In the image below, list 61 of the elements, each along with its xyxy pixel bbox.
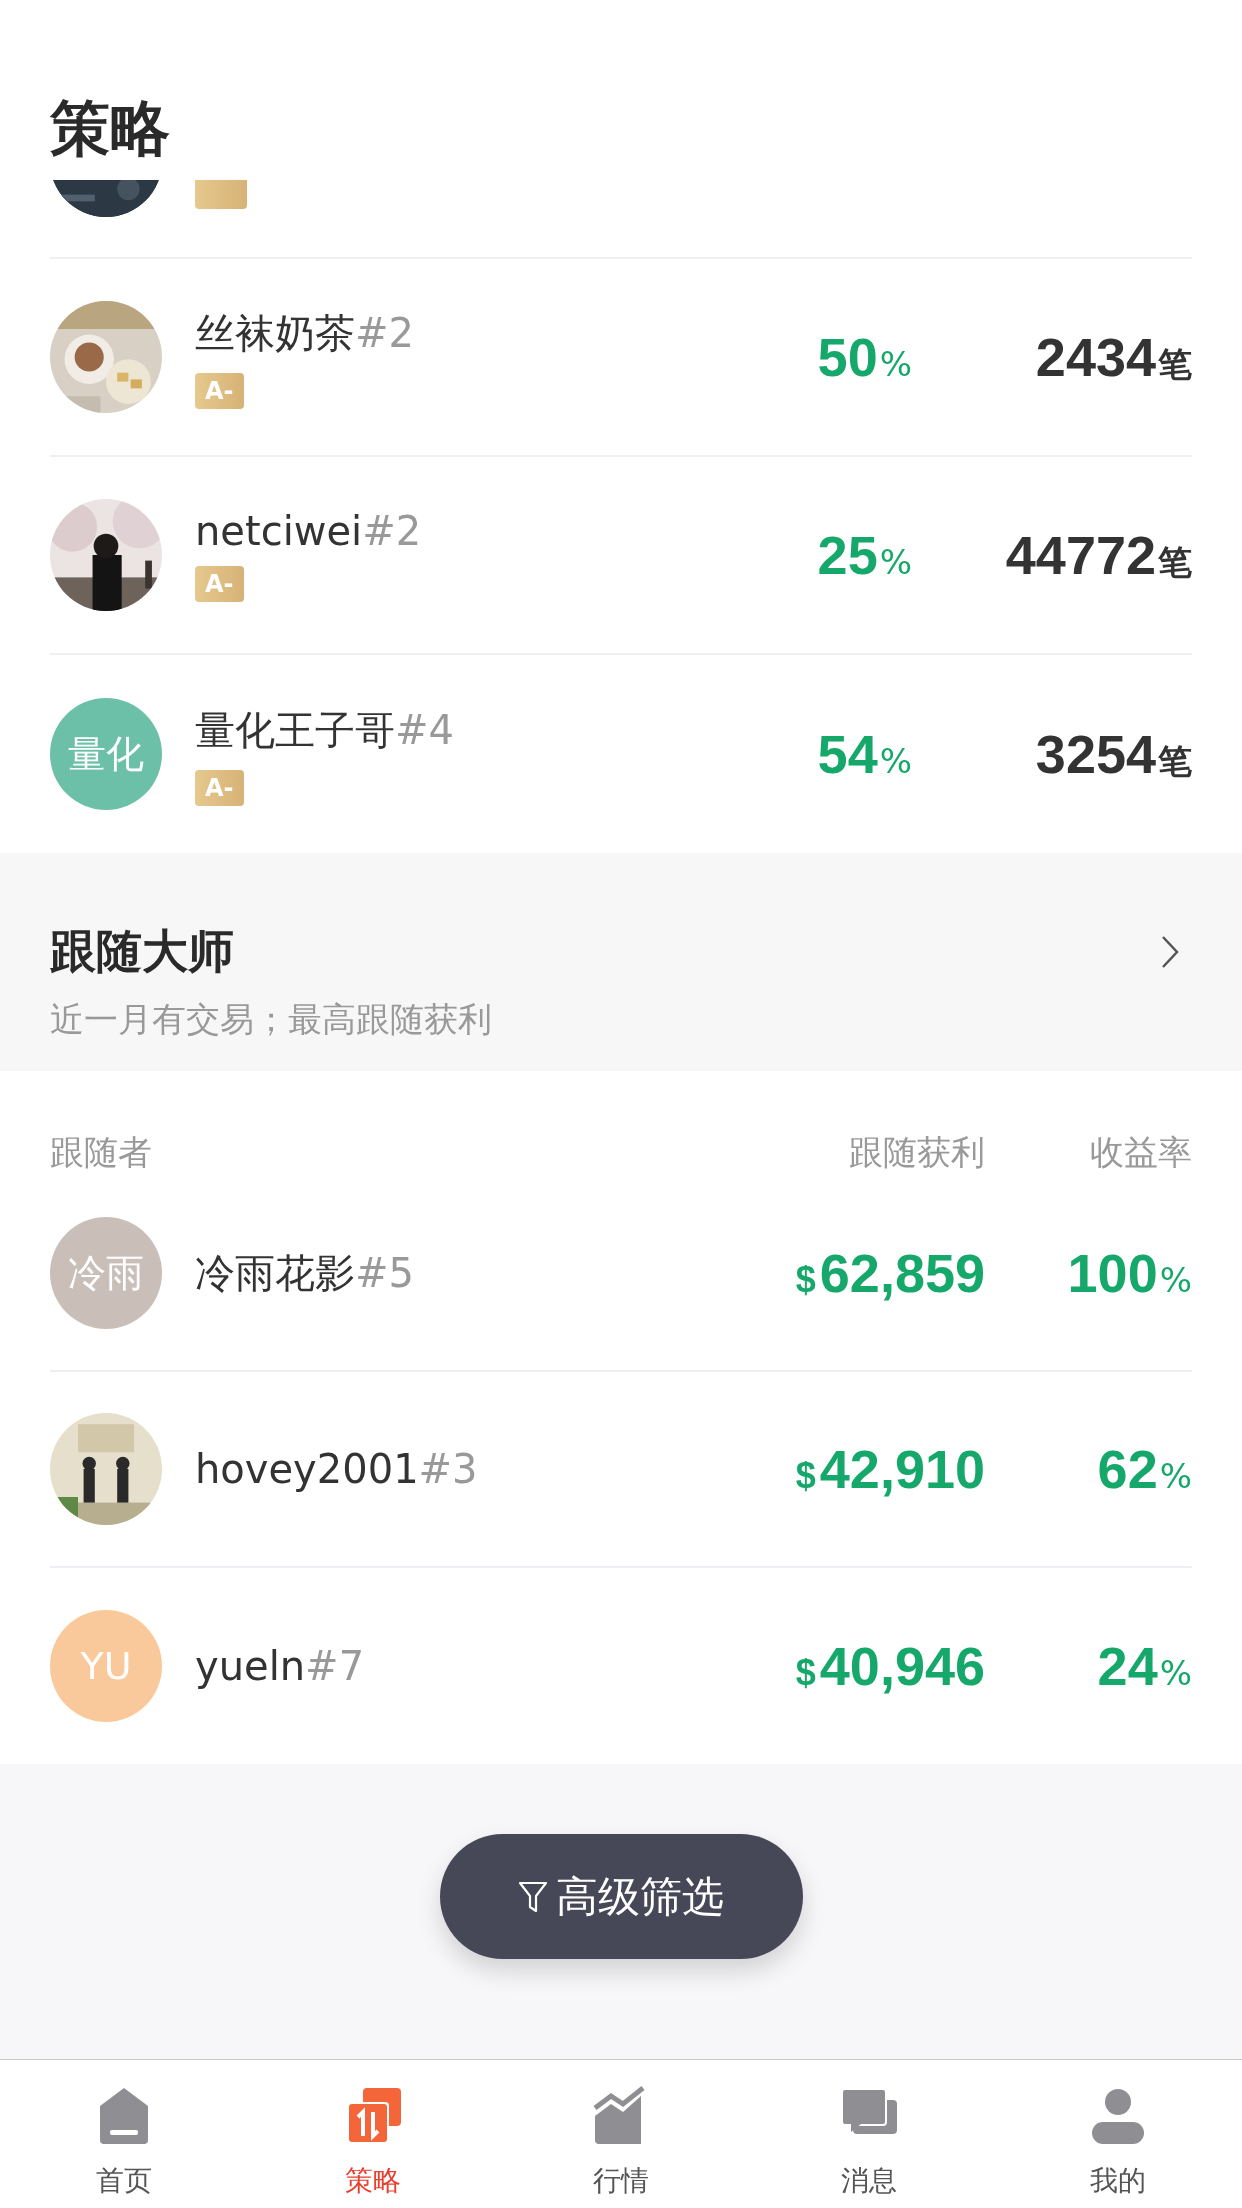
avatar: 冷雨 — [50, 1217, 162, 1329]
follower-row[interactable]: hovey2001#3 $42,910 62% — [50, 1372, 1192, 1568]
currency-sign: $ — [795, 1259, 816, 1301]
tab-bar-item[interactable]: 消息 — [745, 2060, 994, 2208]
percent-unit: % — [879, 344, 912, 384]
strategy-row[interactable]: netciwei#2 A- 25% 44772笔 — [50, 457, 1192, 655]
trade-count: 3254 — [1035, 723, 1156, 785]
page-title: 策略 — [50, 98, 170, 158]
trade-unit: 笔 — [1158, 740, 1192, 783]
rank: #4 — [395, 706, 454, 753]
column-header: 跟随获利 — [848, 1131, 985, 1174]
follow-profit: 62,859 — [819, 1242, 985, 1304]
rank: #3 — [418, 1446, 478, 1492]
section-subtitle: 近一月有交易；最高跟随获利 — [50, 998, 493, 1041]
follower-row[interactable]: 冷雨 冷雨花影#5 $62,859 100% — [50, 1176, 1192, 1372]
follower-row[interactable]: YU yueln#7 $40,946 24% — [50, 1568, 1192, 1764]
percent-unit: % — [879, 542, 912, 582]
grade-badge: A- — [195, 566, 244, 602]
return-rate: 24 — [1097, 1635, 1158, 1697]
rank: #2 — [362, 508, 422, 554]
strategy-row[interactable]: 丝袜奶茶#2 A- 50% 2434笔 — [50, 259, 1192, 457]
rank: #5 — [355, 1249, 414, 1296]
rank: #2 — [355, 309, 414, 356]
percent-unit: % — [1159, 1653, 1192, 1693]
return-rate: 100 — [1067, 1242, 1158, 1304]
follow-profit: 42,910 — [819, 1438, 985, 1500]
percent-unit: % — [1159, 1260, 1192, 1300]
percent-unit: % — [879, 741, 912, 781]
percent-unit: % — [1159, 1456, 1192, 1496]
user-name: 量化王子哥 — [195, 705, 395, 755]
tab-bar-item[interactable]: 我的 — [993, 2060, 1242, 2208]
win-rate: 25 — [817, 524, 878, 586]
user-name: netciwei — [195, 508, 363, 554]
user-name: 丝袜奶茶 — [195, 308, 355, 358]
strategy-row[interactable]: 量化 量化王子哥#4 A- 54% 3254笔 — [50, 655, 1192, 853]
user-name: 冷雨花影 — [195, 1248, 355, 1298]
rank: #7 — [305, 1643, 365, 1689]
tab-bar-item[interactable]: 策略 — [248, 2060, 497, 2208]
trade-unit: 笔 — [1158, 343, 1192, 386]
win-rate: 54 — [817, 723, 878, 785]
win-rate: 50 — [817, 326, 878, 388]
grade-badge: A- — [195, 769, 244, 806]
currency-sign: $ — [795, 1455, 816, 1497]
trade-count: 44772 — [1005, 524, 1156, 586]
tab-bar-item[interactable]: 行情 — [496, 2060, 746, 2208]
user-name: yueln — [195, 1643, 306, 1689]
advanced-filter-button[interactable]: 高级筛选 — [439, 1834, 803, 1959]
user-name: hovey2001 — [195, 1446, 419, 1492]
trade-count: 2434 — [1035, 326, 1156, 388]
avatar: YU — [50, 1610, 162, 1722]
currency-sign: $ — [795, 1652, 816, 1694]
trade-unit: 笔 — [1158, 541, 1192, 584]
chevron-right-icon[interactable] — [1160, 934, 1180, 970]
column-header: 收益率 — [1089, 1131, 1192, 1174]
return-rate: 62 — [1097, 1438, 1158, 1500]
grade-badge: A- — [195, 372, 244, 409]
section-title: 跟随大师 — [50, 923, 235, 980]
follow-profit: 40,946 — [819, 1635, 985, 1697]
column-header: 跟随者 — [50, 1131, 153, 1174]
tab-bar-item[interactable]: 首页 — [0, 2060, 249, 2208]
avatar: 量化 — [50, 698, 162, 810]
